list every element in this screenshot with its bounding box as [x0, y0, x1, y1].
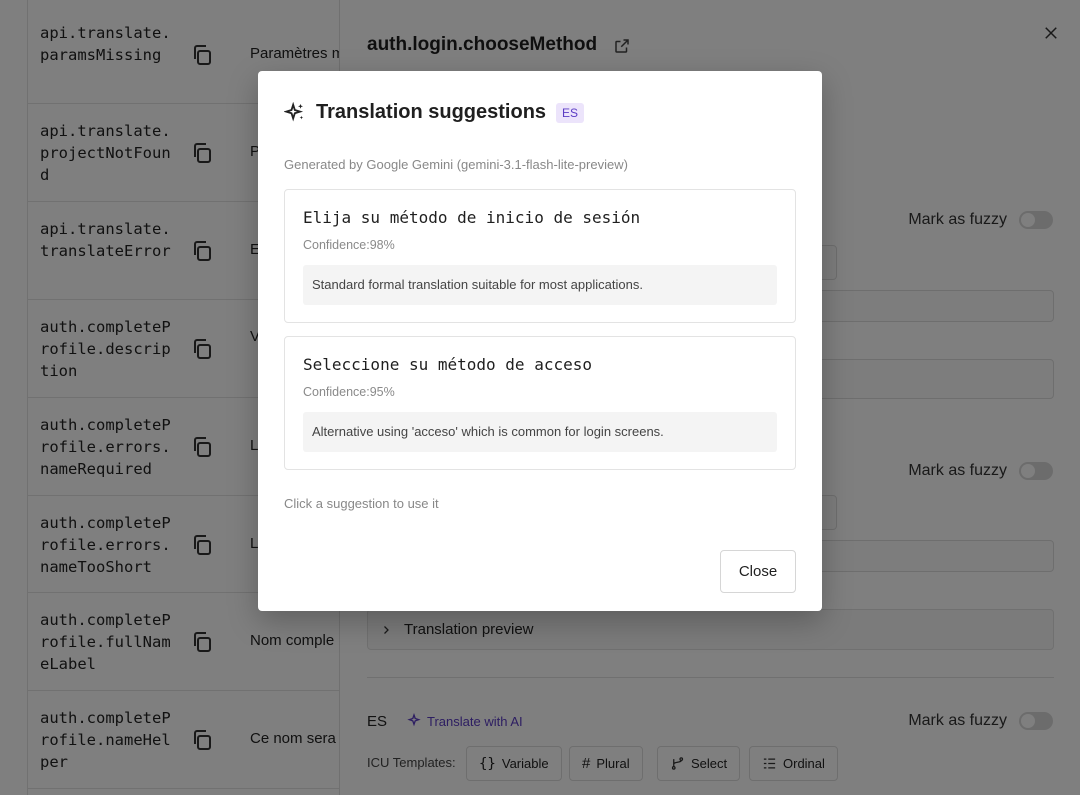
confidence-text: Confidence:98% [303, 238, 395, 252]
suggestion-card[interactable]: Seleccione su método de acceso Confidenc… [284, 336, 796, 470]
suggestion-text: Elija su método de inicio de sesión [303, 208, 641, 227]
suggestion-card[interactable]: Elija su método de inicio de sesión Conf… [284, 189, 796, 323]
suggestion-note: Alternative using 'acceso' which is comm… [303, 412, 777, 452]
generated-by-text: Generated by Google Gemini (gemini-3.1-f… [284, 157, 628, 172]
language-badge: ES [556, 102, 585, 123]
sparkle-icon [284, 101, 304, 122]
translation-suggestions-dialog: Translation suggestions ES Generated by … [258, 71, 822, 611]
dialog-title: Translation suggestions [316, 101, 547, 123]
suggestion-text: Seleccione su método de acceso [303, 355, 592, 374]
close-button[interactable]: Close [720, 550, 796, 593]
confidence-text: Confidence:95% [303, 385, 395, 399]
suggestion-hint: Click a suggestion to use it [284, 496, 439, 511]
suggestion-note: Standard formal translation suitable for… [303, 265, 777, 305]
dialog-header: Translation suggestions ES [284, 101, 585, 124]
